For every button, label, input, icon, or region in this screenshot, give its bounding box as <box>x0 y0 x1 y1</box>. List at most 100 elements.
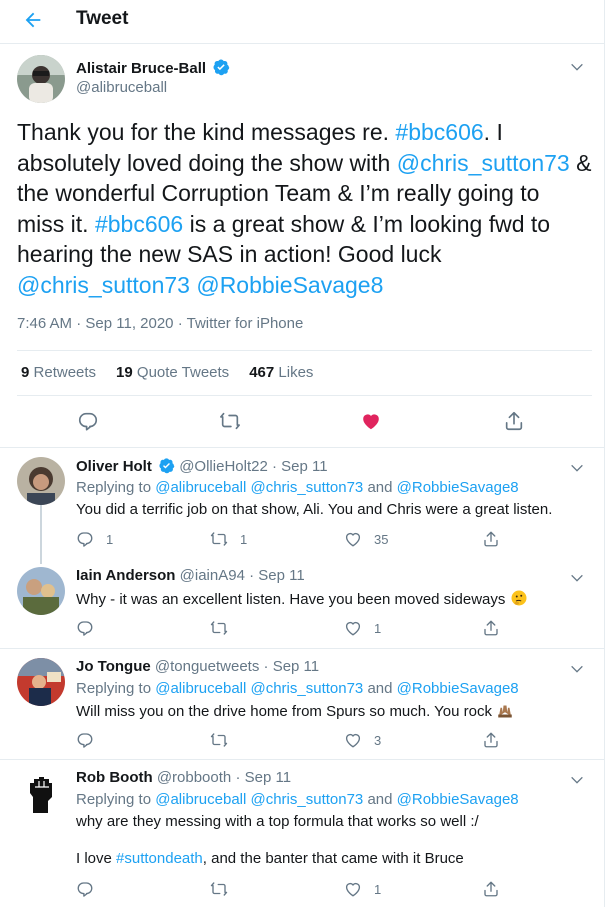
reply-button[interactable] <box>76 731 94 749</box>
share-button[interactable] <box>482 880 500 898</box>
reply-tweet[interactable]: Oliver Holt @OllieHolt22 · Sep 11 Replyi… <box>0 447 605 564</box>
likes-stat[interactable]: 467 Likes <box>249 364 313 381</box>
avatar[interactable] <box>17 769 65 817</box>
retweet-icon <box>220 412 240 430</box>
reply-handle[interactable]: @OllieHolt22 <box>179 458 268 475</box>
more-options-button[interactable] <box>567 458 587 478</box>
tweet-link[interactable]: @RobbieSavage8 <box>196 272 383 298</box>
tweet-link[interactable]: #bbc606 <box>395 119 483 145</box>
reply-button[interactable] <box>76 619 94 637</box>
quote-tweets-stat[interactable]: 19 Quote Tweets <box>116 364 229 381</box>
share-icon <box>484 881 498 897</box>
heart-icon <box>345 733 361 748</box>
replying-to-users[interactable]: @alibruceball @chris_sutton73 <box>155 791 363 808</box>
like-button[interactable]: 35 <box>344 530 388 548</box>
tweet-link[interactable]: @chris_sutton73 <box>17 272 190 298</box>
avatar[interactable] <box>17 658 65 706</box>
reply-date[interactable]: Sep 11 <box>258 567 304 584</box>
replying-to-users[interactable]: @alibruceball @chris_sutton73 <box>155 479 363 496</box>
reply-date[interactable]: Sep 11 <box>281 458 327 475</box>
more-options-button[interactable] <box>567 659 587 679</box>
heart-filled-icon <box>363 414 379 430</box>
reply-handle[interactable]: @tonguetweets <box>155 658 259 675</box>
reply-author-name[interactable]: Oliver Holt <box>76 458 152 475</box>
retweet-icon <box>210 733 228 747</box>
share-button[interactable] <box>482 731 500 749</box>
thinking-face-emoji <box>511 590 527 606</box>
chevron-down-icon <box>571 665 583 673</box>
divider <box>17 350 592 351</box>
retweets-stat[interactable]: 9 Retweets <box>21 364 96 381</box>
share-button[interactable] <box>482 530 500 548</box>
reply-text: You did a terrific job on that show, Ali… <box>76 501 553 518</box>
reply-icon <box>77 733 93 748</box>
reply-handle[interactable]: @iainA94 <box>180 567 245 584</box>
author-name[interactable]: Alistair Bruce-Ball <box>76 58 230 77</box>
replying-to-users[interactable]: @alibruceball @chris_sutton73 <box>155 680 363 697</box>
arrow-left-icon <box>25 12 41 28</box>
retweet-button[interactable] <box>219 410 241 432</box>
reply-date[interactable]: Sep 11 <box>273 658 319 675</box>
more-options-button[interactable] <box>567 57 587 77</box>
heart-icon <box>345 882 361 897</box>
avatar[interactable] <box>17 457 65 505</box>
like-count: 3 <box>374 732 382 748</box>
tweet-link[interactable]: @chris_sutton73 <box>397 150 570 176</box>
reply-tweet[interactable]: Jo Tongue @tonguetweets · Sep 11 Replyin… <box>0 648 605 759</box>
reply-date[interactable]: Sep 11 <box>245 769 291 786</box>
retweet-button[interactable] <box>210 731 228 749</box>
like-button[interactable]: 3 <box>344 731 381 749</box>
replying-to-user[interactable]: @RobbieSavage8 <box>397 479 519 496</box>
tweet-link[interactable]: #bbc606 <box>95 211 183 237</box>
tweet-source[interactable]: Twitter for iPhone <box>187 315 304 332</box>
share-icon <box>484 732 498 748</box>
reply-button[interactable] <box>76 880 94 898</box>
replying-to-user[interactable]: @RobbieSavage8 <box>397 791 519 808</box>
reply-author-name[interactable]: Jo Tongue <box>76 658 151 675</box>
like-count: 35 <box>374 531 389 547</box>
tweet-time[interactable]: 7:46 AM <box>17 315 72 332</box>
like-button[interactable]: 1 <box>344 880 381 898</box>
author-handle[interactable]: @alibruceball <box>76 79 230 96</box>
retweets-label: Retweets <box>33 364 97 381</box>
meta-separator: · <box>249 567 255 584</box>
author-name-text[interactable]: Alistair Bruce-Ball <box>76 60 206 77</box>
replying-to: Replying to @alibruceball @chris_sutton7… <box>76 791 519 808</box>
retweet-count: 1 <box>240 531 248 547</box>
avatar[interactable] <box>17 55 65 103</box>
heart-icon <box>345 532 361 547</box>
reply-author-name[interactable]: Iain Anderson <box>76 567 175 584</box>
tweet-date[interactable]: Sep 11, 2020 <box>85 315 173 332</box>
author-avatar-image <box>17 55 65 103</box>
heart-icon <box>345 621 361 636</box>
reply-icon <box>77 532 93 547</box>
tweet-stats: 9 Retweets 19 Quote Tweets 467 Likes <box>21 364 333 381</box>
likes-count: 467 <box>249 364 275 381</box>
reply-handle[interactable]: @robbooth <box>157 769 231 786</box>
verified-badge-icon <box>213 59 230 76</box>
back-button[interactable] <box>18 5 48 35</box>
share-button[interactable] <box>482 619 500 637</box>
retweet-button[interactable] <box>210 619 228 637</box>
like-button[interactable] <box>360 410 382 432</box>
replying-label: Replying to <box>76 479 152 496</box>
hashtag-link[interactable]: #suttondeath <box>116 850 203 867</box>
reply-button[interactable] <box>77 410 99 432</box>
replying-to-user[interactable]: @RobbieSavage8 <box>397 680 519 697</box>
reply-button[interactable]: 1 <box>76 530 113 548</box>
reply-actions: 1 1 35 <box>76 530 516 550</box>
share-button[interactable] <box>503 410 525 432</box>
avatar[interactable] <box>17 567 65 615</box>
more-options-button[interactable] <box>567 568 587 588</box>
retweet-button[interactable] <box>210 880 228 898</box>
reply-author-name[interactable]: Rob Booth <box>76 769 153 786</box>
raised-fist-icon <box>17 769 65 817</box>
reply-actions: 1 <box>76 619 516 639</box>
more-options-button[interactable] <box>567 770 587 790</box>
retweet-button[interactable]: 1 <box>210 530 247 548</box>
reply-tweet[interactable]: Iain Anderson @iainA94 · Sep 11 Why - it… <box>0 558 605 648</box>
reply-tweet[interactable]: Rob Booth @robbooth · Sep 11 Replying to… <box>0 759 605 907</box>
like-count: 1 <box>374 881 382 897</box>
like-button[interactable]: 1 <box>344 619 381 637</box>
chevron-down-icon <box>571 63 583 71</box>
